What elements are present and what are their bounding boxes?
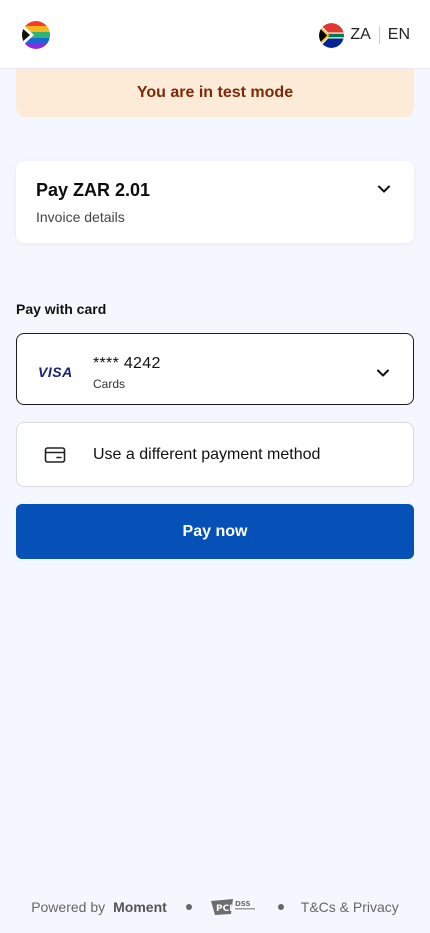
pci-dss-icon: PCI DSS	[210, 899, 255, 915]
country-button[interactable]: ZA	[350, 26, 370, 44]
svg-text:DSS: DSS	[235, 900, 251, 908]
pay-now-button[interactable]: Pay now	[16, 504, 414, 559]
south-africa-flag-icon	[319, 22, 345, 48]
invoice-details-label: Invoice details	[36, 209, 125, 225]
different-payment-method-label: Use a different payment method	[93, 446, 321, 463]
different-payment-method-button[interactable]: Use a different payment method	[16, 422, 414, 487]
card-type: Cards	[93, 377, 126, 391]
top-bar: ZA EN	[0, 0, 430, 69]
payment-amount: Pay ZAR 2.01	[36, 180, 151, 200]
pay-with-card-heading: Pay with card	[16, 301, 107, 317]
footer-separator-dot	[185, 904, 192, 910]
credit-card-icon	[44, 447, 66, 463]
moment-brand: Moment	[113, 899, 167, 915]
footer-separator-dot	[277, 904, 284, 910]
locale-divider	[378, 26, 380, 44]
test-mode-banner: You are in test mode	[16, 69, 414, 117]
chevron-down-icon[interactable]	[376, 181, 392, 197]
card-number: **** 4242	[93, 355, 161, 372]
merchant-logo-icon	[22, 21, 50, 49]
chevron-down-icon	[377, 369, 389, 377]
terms-privacy-link[interactable]: T&Cs & Privacy	[301, 899, 399, 915]
payment-summary[interactable]: Pay ZAR 2.01 Invoice details	[16, 161, 414, 243]
saved-card-selector[interactable]: VISA **** 4242 Cards	[16, 333, 414, 405]
locale-selector: ZA EN	[319, 22, 410, 48]
powered-by-label: Powered by	[31, 899, 106, 915]
svg-text:PCI: PCI	[216, 904, 233, 914]
test-mode-text: You are in test mode	[136, 84, 294, 101]
footer: Powered by Moment PCI DSS T&Cs & Privacy	[0, 895, 430, 919]
visa-logo-icon: VISA	[38, 364, 73, 380]
language-button[interactable]: EN	[388, 26, 410, 44]
